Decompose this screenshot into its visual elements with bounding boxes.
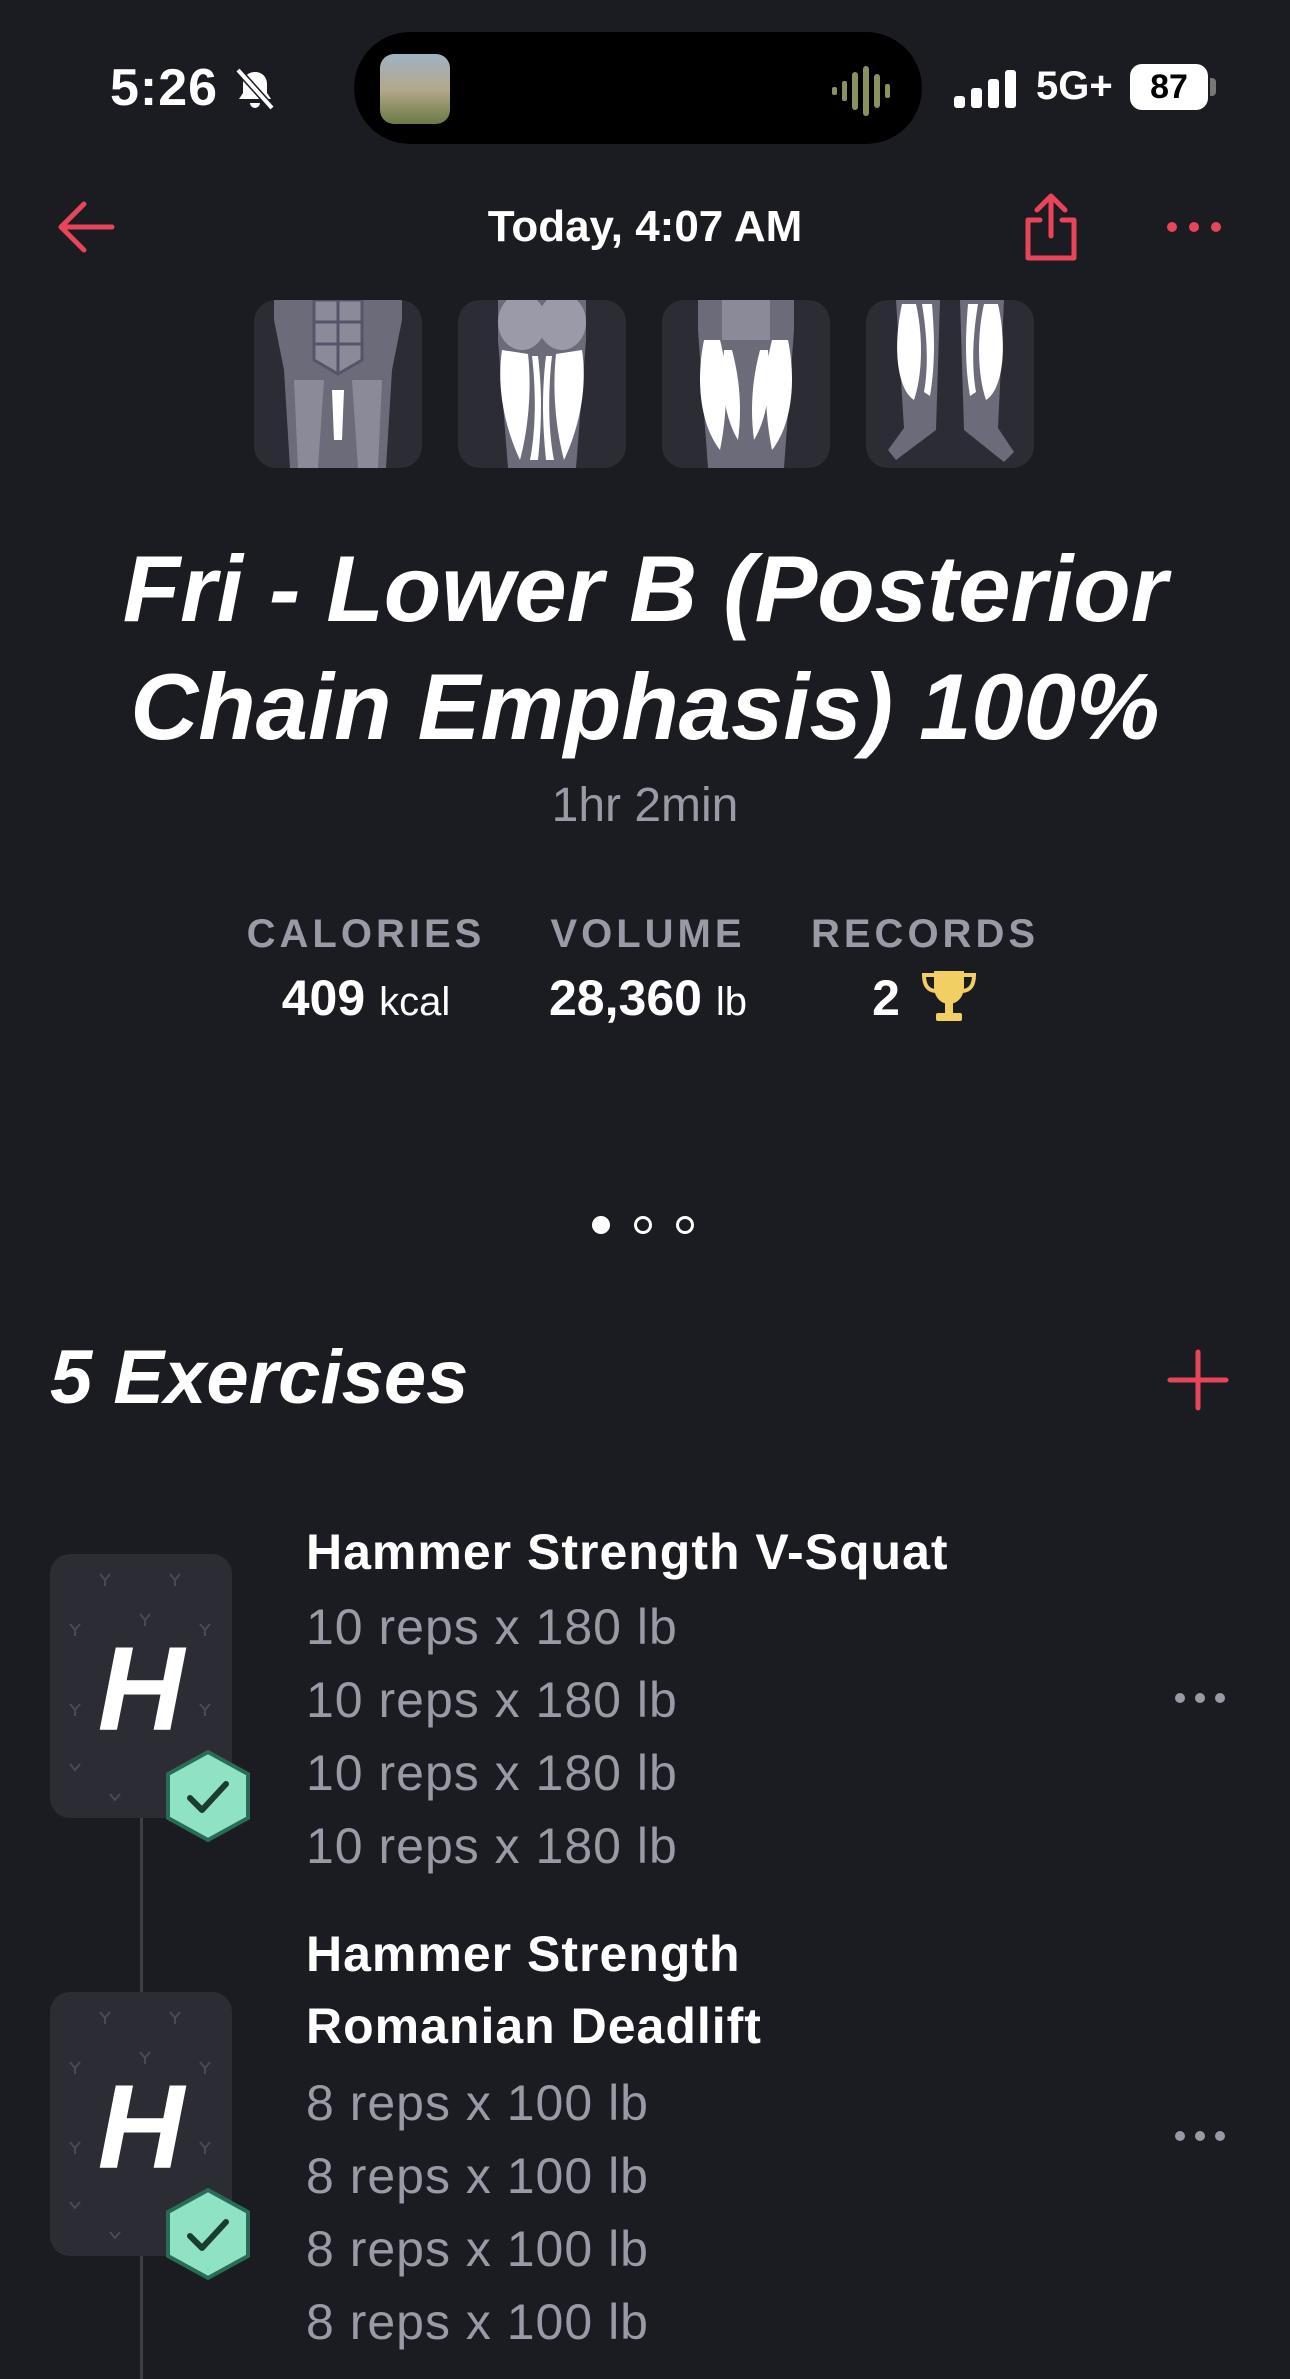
stat-calories: CALORIES 409 kcal — [236, 912, 496, 1027]
glutes-muscle-icon — [498, 300, 586, 468]
exercise-name[interactable]: Hammer Strength V-Squat — [306, 1516, 949, 1588]
trophy-icon — [921, 971, 976, 1021]
exercise-set: 10 reps x 180 lb — [306, 1818, 678, 1874]
stat-value: 28,360 — [549, 970, 702, 1026]
stat-label: RECORDS — [810, 912, 1040, 956]
exercises-count-title: 5 Exercises — [50, 1335, 469, 1420]
abs-muscle-icon — [274, 300, 402, 468]
workout-duration: 1hr 2min — [551, 779, 739, 832]
stat-records: RECORDS 2 — [800, 912, 1050, 1027]
battery-icon: 87 — [1130, 64, 1216, 110]
completed-check-icon — [166, 2187, 250, 2281]
exercise-set: 10 reps x 180 lb — [306, 1745, 678, 1801]
stat-unit: kcal — [379, 980, 451, 1024]
ellipsis-icon[interactable] — [1174, 1688, 1226, 1708]
workout-date: Today, 4:07 AM — [487, 202, 803, 251]
exercise-letter: H — [97, 1622, 185, 1756]
plus-icon[interactable] — [1166, 1348, 1230, 1412]
network-type: 5G+ — [1036, 64, 1113, 108]
quads-muscle-icon — [698, 300, 794, 468]
ellipsis-icon[interactable] — [1174, 2126, 1226, 2146]
exercise-letter: H — [97, 2060, 185, 2194]
stat-volume: VOLUME 28,360 lb — [528, 912, 768, 1027]
exercise-set: 8 reps x 100 lb — [306, 2294, 649, 2350]
muscle-map-abs[interactable] — [254, 300, 422, 468]
battery-level: 87 — [1130, 64, 1208, 110]
exercise-name[interactable]: Hammer Strength — [306, 1918, 741, 1990]
cellular-signal-icon — [954, 70, 1016, 108]
exercise-name-line2[interactable]: Romanian Deadlift — [306, 1990, 762, 2062]
audio-waveform-icon — [832, 66, 890, 116]
exercise-set: 10 reps x 180 lb — [306, 1599, 678, 1655]
now-playing-artwork — [380, 54, 450, 124]
stat-unit: lb — [715, 980, 747, 1024]
share-icon[interactable] — [1018, 192, 1084, 262]
ellipsis-icon[interactable] — [1164, 212, 1224, 242]
workout-title: Fri - Lower B (Posterior Chain Emphasis)… — [122, 536, 1168, 759]
page-dot-active[interactable] — [592, 1216, 610, 1234]
exercise-set: 10 reps x 180 lb — [306, 1672, 678, 1728]
exercise-set: 8 reps x 100 lb — [306, 2221, 649, 2277]
exercise-set: 8 reps x 100 lb — [306, 2075, 649, 2131]
page-dot[interactable] — [676, 1216, 694, 1234]
bell-slash-icon — [235, 67, 275, 111]
page-dot[interactable] — [634, 1216, 652, 1234]
stat-value: 409 — [281, 970, 366, 1026]
muscle-map-quads[interactable] — [662, 300, 830, 468]
exercise-set: 8 reps x 100 lb — [306, 2148, 649, 2204]
calves-muscle-icon — [888, 300, 1014, 462]
stat-value: 2 — [872, 970, 900, 1026]
stat-label: CALORIES — [246, 912, 486, 956]
completed-check-icon — [166, 1749, 250, 1843]
muscle-map-calves[interactable] — [866, 300, 1034, 468]
status-time: 5:26 — [110, 59, 219, 117]
timeline-connector — [140, 2256, 143, 2379]
timeline-connector — [140, 1818, 143, 1994]
stat-label: VOLUME — [550, 912, 746, 956]
page-indicator[interactable] — [588, 1216, 708, 1240]
muscle-map-glutes[interactable] — [458, 300, 626, 468]
